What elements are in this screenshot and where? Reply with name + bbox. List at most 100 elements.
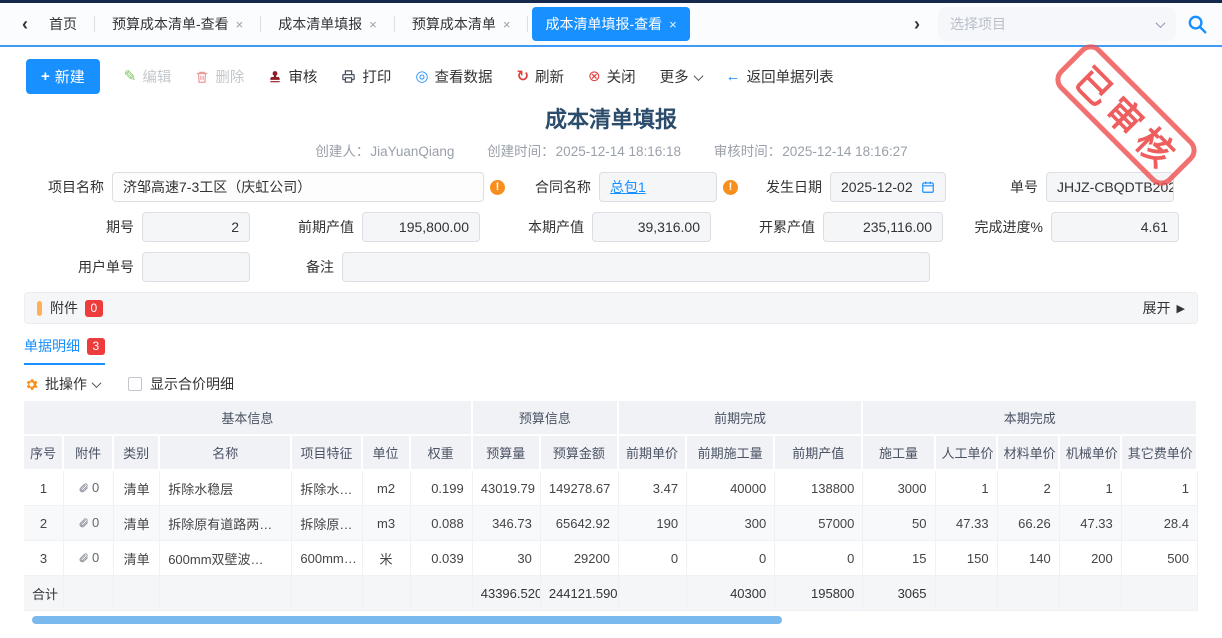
column-header[interactable]: 预算金额 (541, 436, 619, 471)
delete-button[interactable]: 删除 (195, 66, 244, 87)
column-header[interactable]: 机械单价 (1060, 436, 1122, 471)
table-cell[interactable]: 清单 (114, 506, 160, 541)
table-cell[interactable]: 190 (619, 506, 687, 541)
table-cell[interactable]: 600mm… (292, 541, 362, 576)
table-cell[interactable]: 47.33 (1060, 506, 1122, 541)
table-cell[interactable]: 300 (687, 506, 775, 541)
table-cell[interactable]: 0 (64, 471, 114, 506)
tab-document-3[interactable]: 预算成本清单× (399, 7, 524, 41)
tab-document-2[interactable]: 成本清单填报× (265, 7, 390, 41)
table-cell[interactable]: 66.26 (998, 506, 1060, 541)
column-header[interactable]: 权重 (411, 436, 473, 471)
table-cell[interactable]: 346.73 (473, 506, 541, 541)
more-button[interactable]: 更多 (660, 66, 702, 87)
column-header[interactable]: 施工量 (863, 436, 935, 471)
batch-operations-button[interactable]: 批操作 (24, 374, 100, 394)
table-cell[interactable]: 200 (1060, 541, 1122, 576)
table-cell[interactable]: 3000 (863, 471, 935, 506)
close-button[interactable]: ⊗关闭 (588, 66, 636, 87)
table-row[interactable]: 30清单600mm双壁波…600mm…米0.039302920000015150… (24, 541, 1198, 576)
column-header[interactable]: 材料单价 (998, 436, 1060, 471)
back-to-list-button[interactable]: ←返回单据列表 (726, 66, 834, 87)
current-output-field[interactable]: 39,316.00 (592, 212, 711, 242)
table-cell[interactable]: 3 (24, 541, 64, 576)
table-cell[interactable]: 清单 (114, 541, 160, 576)
new-button[interactable]: +新建 (26, 59, 100, 94)
table-cell[interactable]: 40000 (687, 471, 775, 506)
table-cell[interactable]: 500 (1122, 541, 1198, 576)
table-cell[interactable]: 0.039 (411, 541, 473, 576)
tab-document-1[interactable]: 预算成本清单-查看× (99, 7, 256, 41)
table-cell[interactable]: 米 (363, 541, 411, 576)
show-combined-price-checkbox[interactable]: 显示合价明细 (128, 374, 234, 394)
column-header[interactable]: 前期产值 (775, 436, 863, 471)
period-no-field[interactable]: 2 (142, 212, 250, 242)
column-header[interactable]: 单位 (363, 436, 411, 471)
column-header[interactable]: 前期单价 (619, 436, 687, 471)
tab-home[interactable]: 首页 (36, 7, 90, 41)
project-select[interactable]: 选择项目 (938, 7, 1176, 41)
table-cell[interactable]: 拆除原有道路两… (160, 506, 292, 541)
doc-no-field[interactable]: JHJZ-CBQDTB2025 (1046, 172, 1174, 202)
scrollbar-thumb[interactable] (32, 616, 782, 624)
table-cell[interactable]: 拆除水稳层 (160, 471, 292, 506)
table-cell[interactable]: 138800 (775, 471, 863, 506)
close-icon[interactable]: × (669, 17, 677, 32)
attachments-bar[interactable]: 附件 0 展开 ▶ (24, 292, 1198, 324)
expand-button[interactable]: 展开 ▶ (1143, 298, 1185, 318)
table-cell[interactable]: 1 (1060, 471, 1122, 506)
table-cell[interactable]: 43019.79 (473, 471, 541, 506)
column-header[interactable]: 项目特征 (292, 436, 362, 471)
column-header[interactable]: 名称 (160, 436, 292, 471)
accum-output-field[interactable]: 235,116.00 (823, 212, 943, 242)
column-header[interactable]: 预算量 (473, 436, 541, 471)
table-cell[interactable]: 600mm双壁波… (160, 541, 292, 576)
table-cell[interactable]: 149278.67 (541, 471, 619, 506)
occur-date-field[interactable]: 2025-12-02 (830, 172, 946, 202)
table-cell[interactable]: 0.199 (411, 471, 473, 506)
close-icon[interactable]: × (369, 17, 377, 32)
table-cell[interactable]: 50 (863, 506, 935, 541)
table-cell[interactable]: 0 (64, 541, 114, 576)
audit-button[interactable]: 审核 (268, 66, 317, 87)
table-cell[interactable]: 1 (24, 471, 64, 506)
table-cell[interactable]: 2 (24, 506, 64, 541)
info-icon[interactable]: ! (723, 180, 738, 195)
column-header[interactable]: 人工单价 (936, 436, 998, 471)
table-cell[interactable]: 0.088 (411, 506, 473, 541)
table-cell[interactable]: 29200 (541, 541, 619, 576)
contract-link[interactable]: 总包1 (610, 173, 646, 201)
column-header[interactable]: 序号 (24, 436, 64, 471)
table-cell[interactable]: 57000 (775, 506, 863, 541)
table-cell[interactable]: 47.33 (936, 506, 998, 541)
table-cell[interactable]: 28.4 (1122, 506, 1198, 541)
prev-output-field[interactable]: 195,800.00 (362, 212, 480, 242)
table-cell[interactable]: 3.47 (619, 471, 687, 506)
table-cell[interactable]: 140 (998, 541, 1060, 576)
column-header[interactable]: 附件 (64, 436, 114, 471)
calendar-icon[interactable] (921, 180, 935, 194)
table-cell[interactable]: 0 (64, 506, 114, 541)
tab-document-4[interactable]: 成本清单填报-查看× (532, 7, 689, 41)
table-cell[interactable]: 30 (473, 541, 541, 576)
contract-name-field[interactable]: 总包1 (599, 172, 717, 202)
table-row[interactable]: 10清单拆除水稳层拆除水…m20.19943019.79149278.673.4… (24, 471, 1198, 506)
table-cell[interactable]: m2 (363, 471, 411, 506)
edit-button[interactable]: ✎编辑 (124, 66, 172, 87)
table-cell[interactable]: 0 (775, 541, 863, 576)
search-icon[interactable] (1186, 13, 1208, 35)
print-button[interactable]: 打印 (341, 66, 391, 87)
progress-field[interactable]: 4.61 (1051, 212, 1179, 242)
column-header[interactable]: 其它费单价 (1122, 436, 1198, 471)
close-icon[interactable]: × (503, 17, 511, 32)
table-cell[interactable]: m3 (363, 506, 411, 541)
column-header[interactable]: 前期施工量 (687, 436, 775, 471)
table-cell[interactable]: 1 (936, 471, 998, 506)
table-cell[interactable]: 65642.92 (541, 506, 619, 541)
user-doc-no-field[interactable] (142, 252, 250, 282)
info-icon[interactable]: ! (490, 180, 505, 195)
table-cell[interactable]: 2 (998, 471, 1060, 506)
checkbox-icon[interactable] (128, 377, 142, 391)
project-name-field[interactable]: 济邹高速7-3工区（庆虹公司） (112, 172, 484, 202)
remark-field[interactable] (342, 252, 930, 282)
